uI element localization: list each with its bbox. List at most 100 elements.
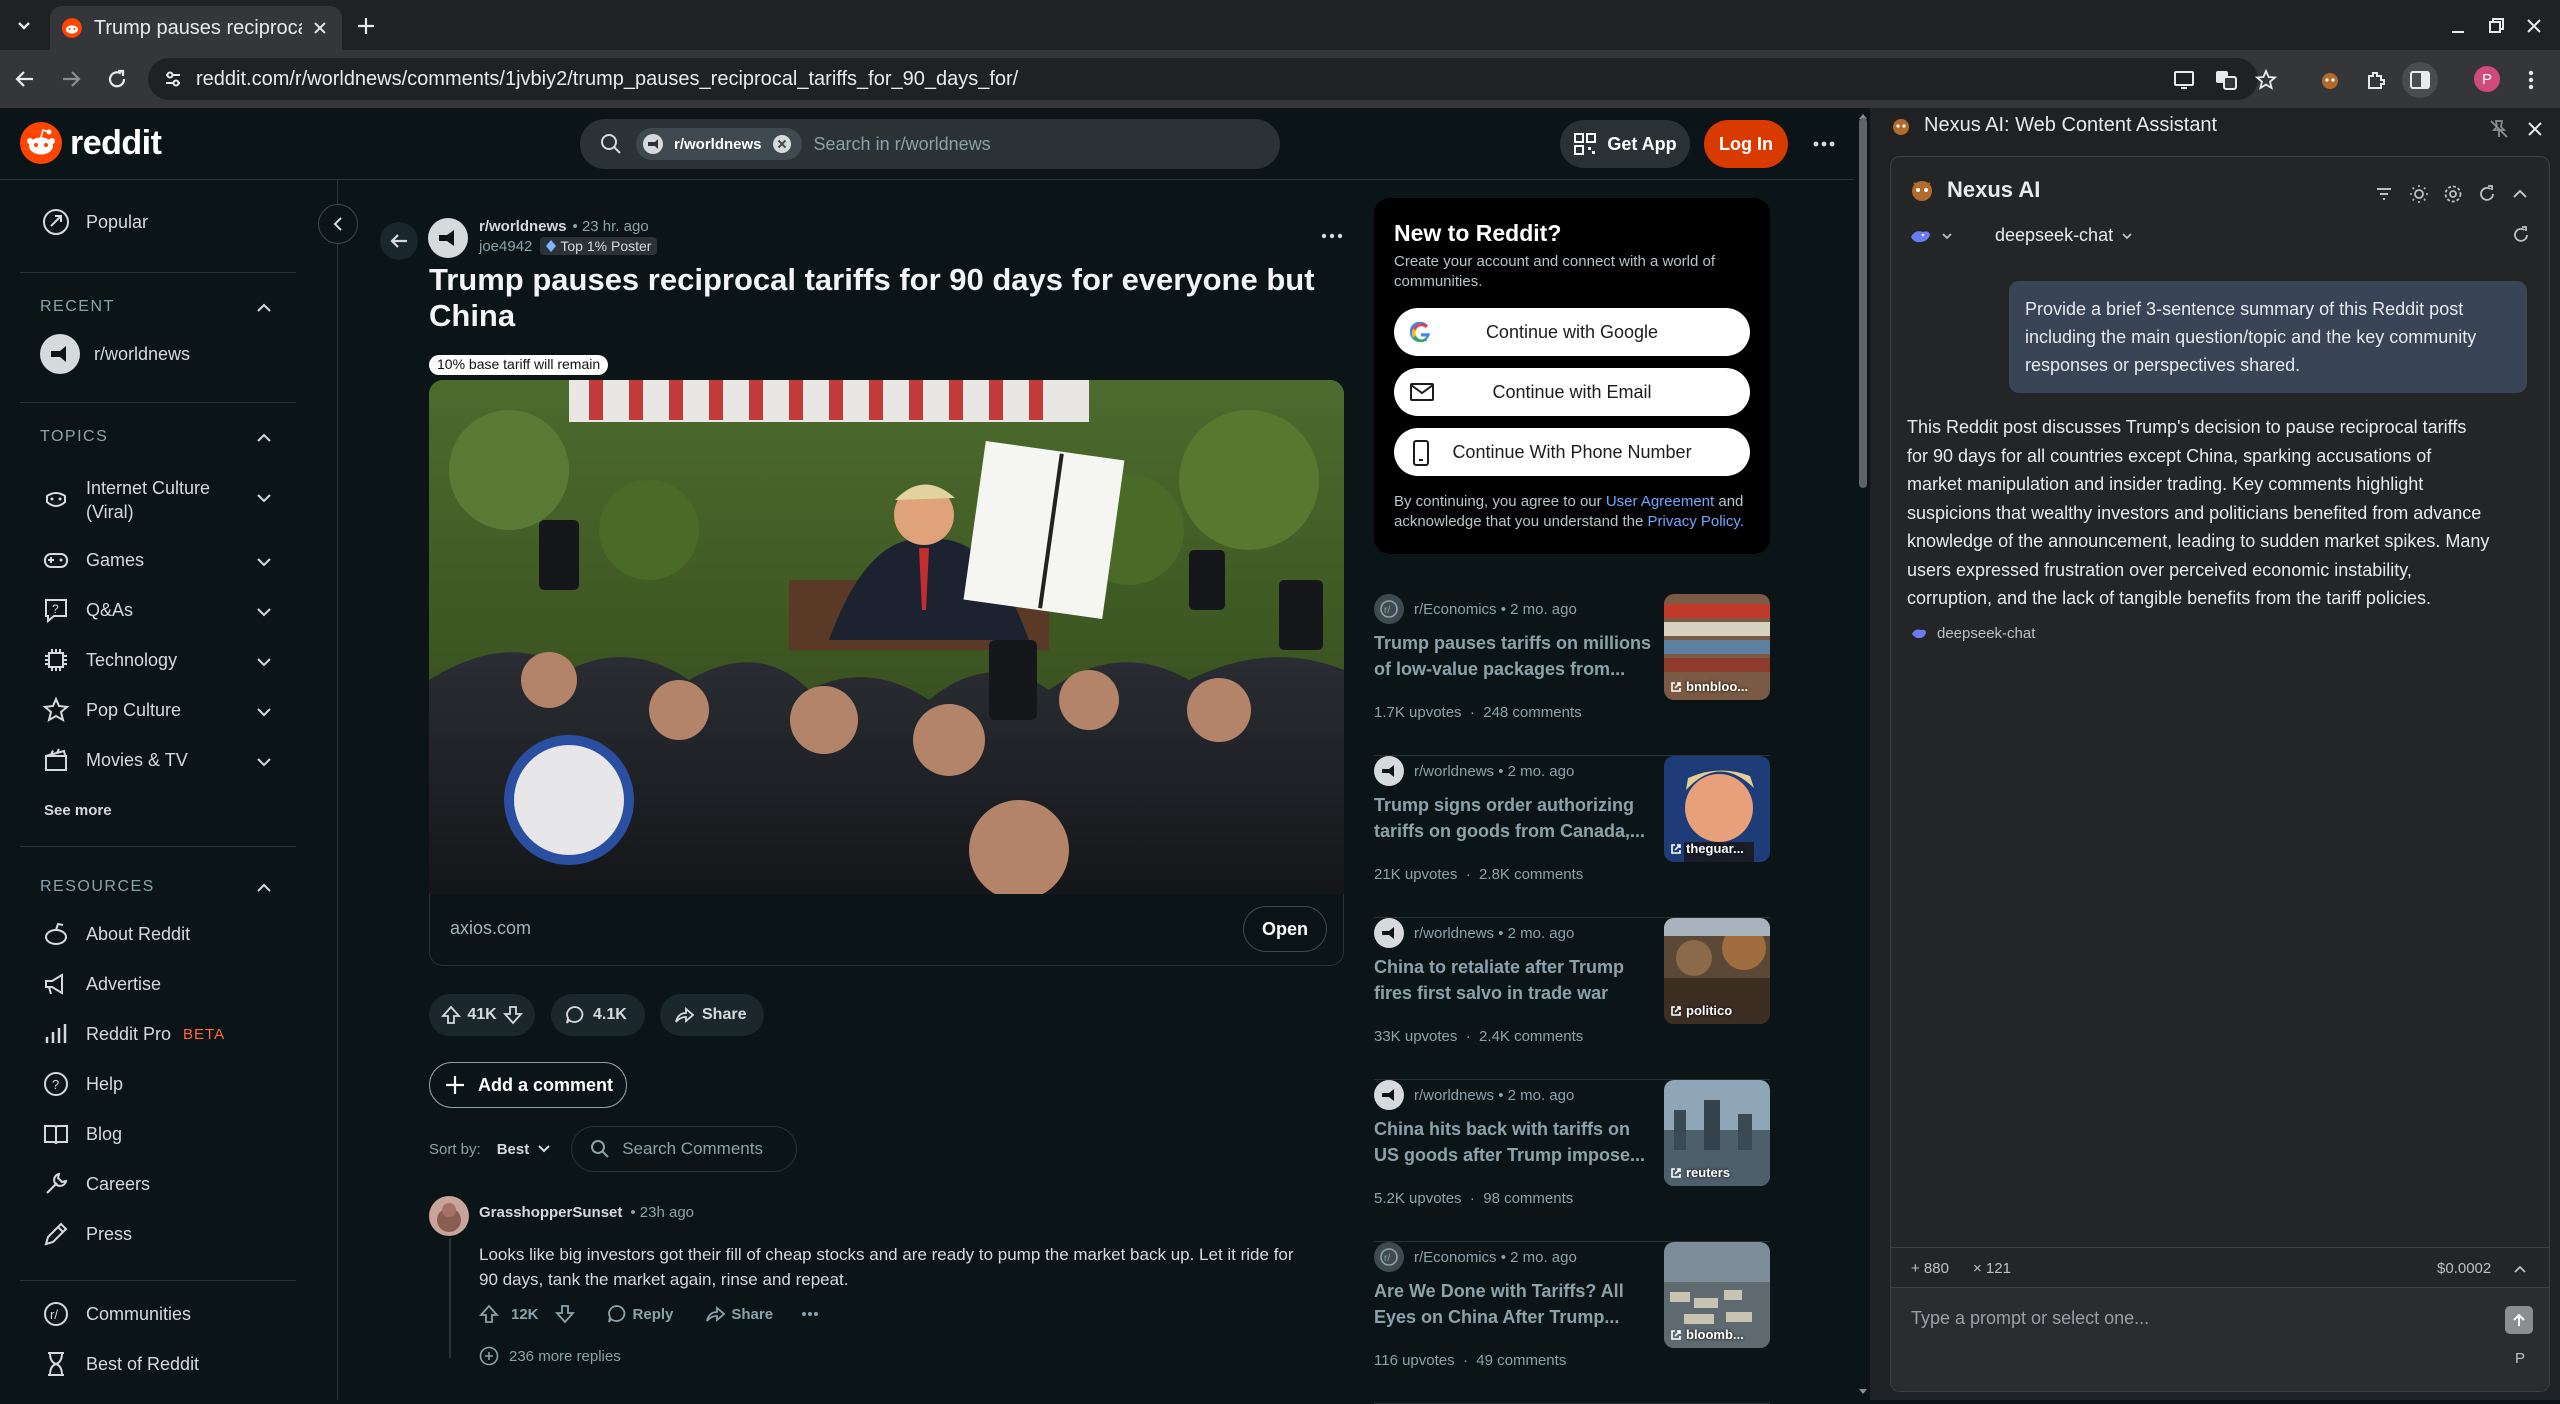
- model-selector[interactable]: deepseek-chat: [1995, 225, 2133, 246]
- prompt-shortcut-label[interactable]: P: [2515, 1350, 2525, 1367]
- sidebar-item-about-reddit[interactable]: About Reddit: [40, 918, 190, 950]
- subreddit-chip[interactable]: r/worldnews: [636, 128, 802, 160]
- browser-menu-icon[interactable]: [2526, 68, 2536, 92]
- refresh-icon[interactable]: [2477, 184, 2497, 204]
- install-app-icon[interactable]: [2172, 68, 2196, 92]
- post-overflow-menu-icon[interactable]: [1320, 230, 1344, 242]
- theme-sun-icon[interactable]: [2409, 184, 2429, 204]
- sidebar-item-games[interactable]: Games: [40, 544, 144, 576]
- sidebar-item-careers[interactable]: Careers: [40, 1168, 150, 1200]
- collapse-topics-chevron-icon[interactable]: [254, 428, 274, 448]
- restore-window-icon[interactable]: [2484, 14, 2508, 38]
- post-flair-tag[interactable]: 10% base tariff will remain: [429, 355, 609, 375]
- related-thumbnail[interactable]: bnnbloo...: [1664, 594, 1770, 700]
- scrollbar-thumb[interactable]: [1859, 118, 1867, 488]
- collapse-sidebar-button[interactable]: [318, 204, 358, 244]
- new-chat-refresh-icon[interactable]: [2511, 225, 2531, 245]
- sidebar-item-press[interactable]: Press: [40, 1218, 132, 1250]
- upvote-icon[interactable]: [441, 1005, 461, 1025]
- back-icon[interactable]: [12, 66, 38, 92]
- user-agreement-link[interactable]: User Agreement: [1606, 493, 1714, 510]
- collapse-resources-chevron-icon[interactable]: [254, 878, 274, 898]
- bookmark-star-icon[interactable]: [2254, 68, 2278, 92]
- filter-icon[interactable]: [2375, 185, 2393, 203]
- settings-gear-icon[interactable]: [2443, 184, 2463, 204]
- reddit-search-bar[interactable]: r/worldnews Search in r/worldnews: [580, 119, 1280, 169]
- post-back-button[interactable]: [380, 222, 418, 260]
- browser-tab-active[interactable]: Trump pauses reciprocal: [50, 6, 342, 50]
- expand-chevron-icon[interactable]: [254, 652, 274, 672]
- get-app-button[interactable]: Get App: [1560, 120, 1690, 168]
- related-post[interactable]: r/worldnews • 2 mo. ago China hits back …: [1374, 1080, 1770, 1242]
- related-thumbnail[interactable]: reuters: [1664, 1080, 1770, 1186]
- site-settings-icon[interactable]: [162, 68, 184, 90]
- comments-button[interactable]: 4.1K: [551, 994, 645, 1036]
- collapse-recent-chevron-icon[interactable]: [254, 298, 274, 318]
- log-in-button[interactable]: Log In: [1704, 120, 1788, 168]
- new-tab-icon[interactable]: [352, 12, 380, 40]
- continue-phone-button[interactable]: Continue With Phone Number: [1394, 428, 1750, 476]
- close-panel-icon[interactable]: [2526, 120, 2544, 138]
- close-tab-icon[interactable]: [310, 18, 330, 38]
- comment-avatar[interactable]: [429, 1196, 469, 1236]
- continue-email-button[interactable]: Continue with Email: [1394, 368, 1750, 416]
- sort-dropdown[interactable]: Best: [497, 1141, 552, 1158]
- related-thumbnail[interactable]: politico: [1664, 918, 1770, 1024]
- sidebar-item-advertise[interactable]: Advertise: [40, 968, 161, 1000]
- related-post[interactable]: r/worldnews • 2 mo. ago Trump signs orde…: [1374, 756, 1770, 918]
- open-link-button[interactable]: Open: [1243, 906, 1327, 952]
- search-comments-input[interactable]: Search Comments: [571, 1126, 798, 1172]
- sidebar-item-technology[interactable]: Technology: [40, 644, 177, 676]
- reload-icon[interactable]: [104, 66, 130, 92]
- extensions-puzzle-icon[interactable]: [2364, 68, 2388, 92]
- related-post[interactable]: r/worldnews • 2 mo. ago China to retalia…: [1374, 918, 1770, 1080]
- share-button[interactable]: Share: [660, 994, 764, 1036]
- minimize-window-icon[interactable]: [2446, 14, 2470, 38]
- sidebar-item-pop-culture[interactable]: Pop Culture: [40, 694, 181, 726]
- post-subreddit-avatar[interactable]: [428, 218, 468, 258]
- expand-chevron-icon[interactable]: [254, 752, 274, 772]
- related-thumbnail[interactable]: theguar...: [1664, 756, 1770, 862]
- add-comment-button[interactable]: Add a comment: [429, 1062, 627, 1108]
- sidebar-item-reddit-pro[interactable]: Reddit Pro BETA: [40, 1018, 225, 1050]
- post-image[interactable]: [429, 380, 1344, 894]
- post-subreddit-link[interactable]: r/worldnews: [479, 218, 567, 235]
- profile-avatar[interactable]: P: [2474, 66, 2500, 92]
- sidebar-item-popular[interactable]: Popular: [40, 206, 148, 238]
- sidebar-item-worldnews[interactable]: r/worldnews: [40, 334, 190, 374]
- forward-icon[interactable]: [58, 66, 84, 92]
- sidebar-item-help[interactable]: ? Help: [40, 1068, 123, 1100]
- send-button[interactable]: [2505, 1306, 2533, 1334]
- downvote-icon[interactable]: [502, 1005, 523, 1025]
- comment-overflow-icon[interactable]: [801, 1311, 819, 1317]
- comment-share-button[interactable]: Share: [705, 1304, 773, 1324]
- sidebar-item-qas[interactable]: ? Q&As: [40, 594, 133, 626]
- expand-chevron-icon[interactable]: [254, 552, 274, 572]
- sidebar-item-best-of-reddit[interactable]: Best of Reddit: [40, 1348, 199, 1380]
- sidebar-item-communities[interactable]: r/ Communities: [40, 1298, 191, 1330]
- expand-usage-chevron-icon[interactable]: [2513, 1262, 2527, 1276]
- reddit-logo[interactable]: reddit: [20, 122, 162, 164]
- more-options-icon[interactable]: [1812, 132, 1836, 156]
- translate-icon[interactable]: [2214, 68, 2238, 92]
- prompt-input-area[interactable]: Type a prompt or select one... P: [1891, 1287, 2549, 1391]
- page-scrollbar[interactable]: [1856, 108, 1870, 1400]
- remove-chip-icon[interactable]: [772, 134, 792, 154]
- upvote-icon[interactable]: [479, 1304, 499, 1324]
- scroll-down-arrow-icon[interactable]: [1858, 1388, 1868, 1396]
- expand-chevron-icon[interactable]: [254, 488, 274, 508]
- related-post[interactable]: r/ r/Economics • 2 mo. ago Are We Done w…: [1374, 1242, 1770, 1404]
- collapse-up-chevron-icon[interactable]: [2511, 185, 2529, 203]
- tab-list-chevron-icon[interactable]: [10, 14, 38, 38]
- downvote-icon[interactable]: [554, 1304, 575, 1324]
- expand-chevron-icon[interactable]: [254, 702, 274, 722]
- sidebar-item-movies-tv[interactable]: Movies & TV: [40, 744, 188, 776]
- address-bar[interactable]: reddit.com/r/worldnews/comments/1jvbiy2/…: [148, 58, 2258, 100]
- post-author-link[interactable]: joe4942: [479, 238, 532, 255]
- nexus-extension-icon[interactable]: [2318, 68, 2342, 92]
- side-panel-icon[interactable]: [2402, 62, 2438, 98]
- continue-google-button[interactable]: Continue with Google: [1394, 308, 1750, 356]
- sidebar-item-internet-culture[interactable]: Internet Culture (Viral): [40, 476, 210, 524]
- privacy-policy-link[interactable]: Privacy Policy.: [1648, 513, 1744, 530]
- more-replies-link[interactable]: 236 more replies: [479, 1346, 621, 1366]
